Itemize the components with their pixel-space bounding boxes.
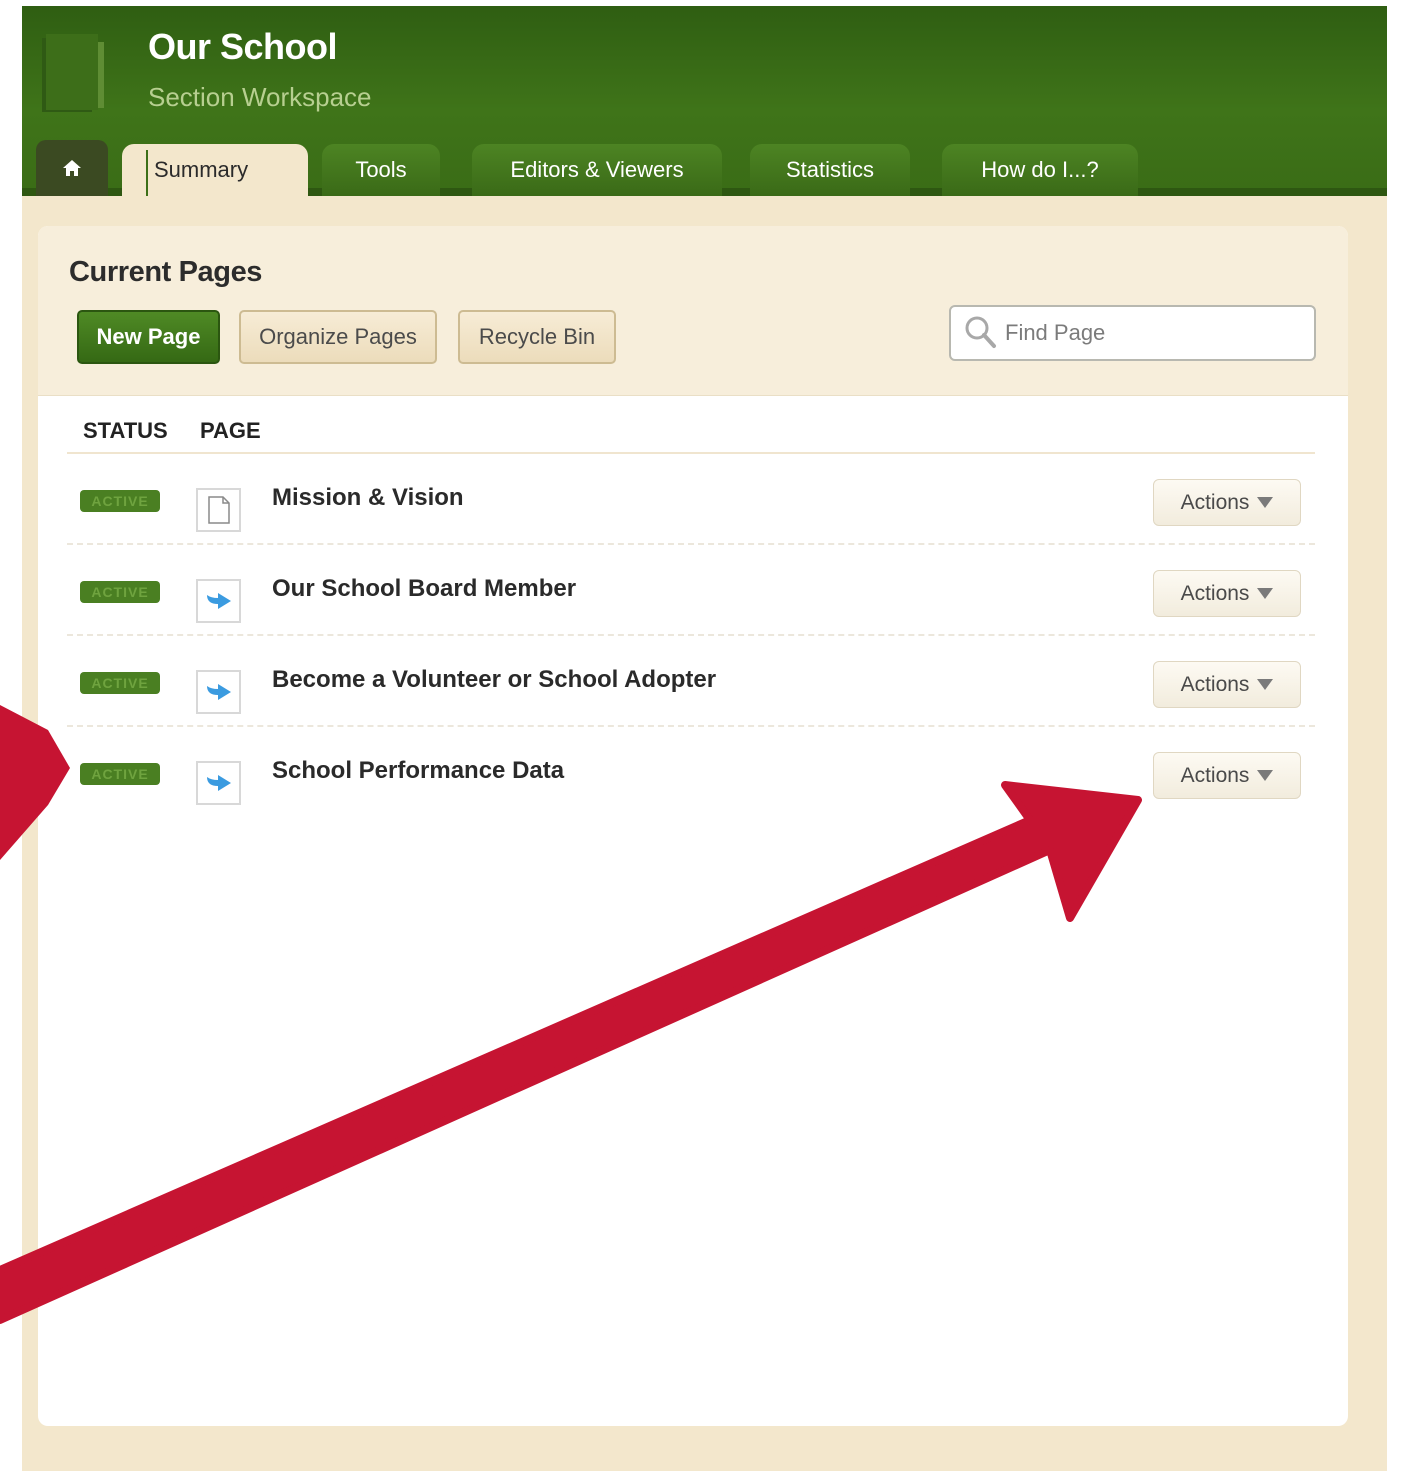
tab-label: Editors & Viewers (510, 157, 684, 182)
actions-dropdown[interactable]: Actions (1153, 661, 1301, 708)
search-icon (965, 316, 996, 348)
actions-label: Actions (1180, 581, 1250, 605)
tab-summary[interactable]: Summary (122, 144, 308, 196)
caret-down-icon (1257, 770, 1274, 781)
site-title: Our School (148, 26, 338, 67)
status-badge: ACTIVE (80, 672, 160, 694)
actions-dropdown[interactable]: Actions (1153, 479, 1301, 526)
home-icon (63, 160, 81, 176)
current-pages-panel: Current Pages New Page Organize Pages Re… (38, 226, 1348, 1426)
page-title-link[interactable]: Mission & Vision (272, 484, 464, 512)
caret-down-icon (1257, 497, 1274, 508)
table-row: ACTIVE Mission & Vision Actions (67, 454, 1315, 545)
tab-home[interactable] (36, 140, 108, 196)
caret-down-icon (1257, 588, 1274, 599)
actions-dropdown[interactable]: Actions (1153, 570, 1301, 617)
book-logo-icon (42, 34, 104, 112)
page-title-link[interactable]: Our School Board Member (272, 575, 576, 603)
tab-active-marker (146, 150, 148, 196)
actions-label: Actions (1180, 672, 1250, 696)
page-title-link[interactable]: School Performance Data (272, 757, 564, 785)
tab-how-do-i[interactable]: How do I...? (942, 144, 1138, 196)
actions-label: Actions (1180, 763, 1250, 787)
link-arrow-icon (196, 670, 241, 714)
actions-dropdown[interactable]: Actions (1153, 752, 1301, 799)
link-arrow-icon (196, 761, 241, 805)
panel-toolbar: Current Pages New Page Organize Pages Re… (38, 226, 1348, 396)
tab-label: Summary (154, 157, 249, 182)
caret-down-icon (1257, 679, 1274, 690)
find-page-search[interactable] (949, 305, 1316, 361)
new-page-button[interactable]: New Page (77, 310, 220, 364)
recycle-bin-button[interactable]: Recycle Bin (458, 310, 616, 364)
table-row: ACTIVE School Performance Data Actions (67, 727, 1315, 818)
status-badge: ACTIVE (80, 490, 160, 512)
tab-label: Statistics (785, 157, 875, 182)
page-title-link[interactable]: Become a Volunteer or School Adopter (272, 666, 716, 694)
status-badge: ACTIVE (80, 763, 160, 785)
tab-statistics[interactable]: Statistics (750, 144, 910, 196)
tab-tools[interactable]: Tools (322, 144, 440, 196)
status-badge: ACTIVE (80, 581, 160, 603)
find-page-input[interactable] (1005, 320, 1305, 346)
tab-label: Tools (355, 157, 407, 182)
link-arrow-icon (196, 579, 241, 623)
organize-pages-button[interactable]: Organize Pages (239, 310, 437, 364)
column-header-page: PAGE (200, 418, 261, 443)
table-row: ACTIVE Become a Volunteer or School Adop… (67, 636, 1315, 727)
site-subtitle: Section Workspace (148, 82, 372, 112)
section-title: Current Pages (69, 256, 263, 288)
tab-label: How do I...? (981, 157, 1099, 182)
column-header-status: STATUS (83, 418, 168, 443)
table-row: ACTIVE Our School Board Member Actions (67, 545, 1315, 636)
actions-label: Actions (1180, 490, 1250, 514)
document-icon (196, 488, 241, 532)
tab-editors-viewers[interactable]: Editors & Viewers (472, 144, 722, 196)
